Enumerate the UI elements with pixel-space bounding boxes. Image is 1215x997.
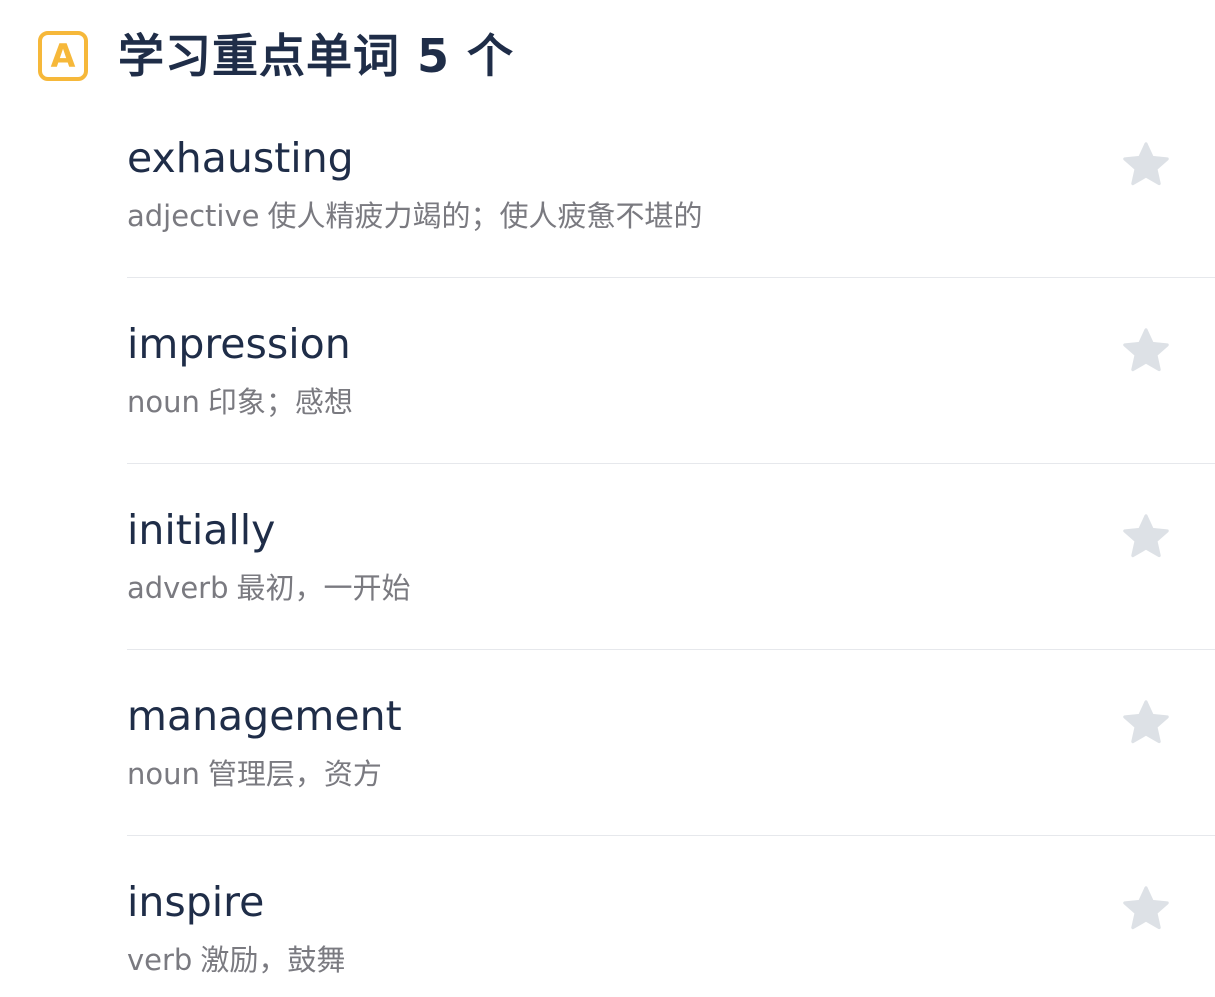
word-meaning: 最初，一开始	[236, 571, 411, 605]
word-meaning: 管理层，资方	[207, 757, 382, 791]
part-of-speech: verb	[127, 943, 193, 977]
word-text: exhausting	[127, 134, 354, 182]
list-item[interactable]: inspire verb 激励，鼓舞	[127, 836, 1215, 997]
word-definition: noun 管理层，资方	[127, 757, 382, 792]
badge-letter: A	[50, 37, 76, 75]
letter-badge-icon: A	[38, 31, 88, 81]
word-definition: adverb 最初，一开始	[127, 571, 411, 606]
word-meaning: 使人精疲力竭的；使人疲惫不堪的	[267, 199, 703, 233]
list-item[interactable]: management noun 管理层，资方	[127, 650, 1215, 836]
star-icon[interactable]	[1120, 511, 1172, 563]
word-definition: adjective 使人精疲力竭的；使人疲惫不堪的	[127, 199, 702, 234]
word-meaning: 激励，鼓舞	[200, 943, 346, 977]
star-icon[interactable]	[1120, 697, 1172, 749]
word-definition: verb 激励，鼓舞	[127, 943, 345, 978]
word-text: impression	[127, 320, 351, 368]
list-item[interactable]: initially adverb 最初，一开始	[127, 464, 1215, 650]
list-item[interactable]: exhausting adjective 使人精疲力竭的；使人疲惫不堪的	[127, 92, 1215, 278]
word-definition: noun 印象；感想	[127, 385, 353, 420]
part-of-speech: adverb	[127, 571, 229, 605]
part-of-speech: noun	[127, 757, 200, 791]
word-text: management	[127, 692, 402, 740]
list-item[interactable]: impression noun 印象；感想	[127, 278, 1215, 464]
star-icon[interactable]	[1120, 325, 1172, 377]
part-of-speech: noun	[127, 385, 200, 419]
section-header: A 学习重点单词 5 个	[38, 27, 514, 85]
word-text: initially	[127, 506, 276, 554]
word-meaning: 印象；感想	[207, 385, 353, 419]
star-icon[interactable]	[1120, 139, 1172, 191]
star-icon[interactable]	[1120, 883, 1172, 935]
section-title: 学习重点单词 5 个	[118, 29, 515, 83]
part-of-speech: adjective	[127, 199, 260, 233]
word-list: exhausting adjective 使人精疲力竭的；使人疲惫不堪的 impr…	[127, 92, 1215, 997]
word-text: inspire	[127, 878, 265, 926]
